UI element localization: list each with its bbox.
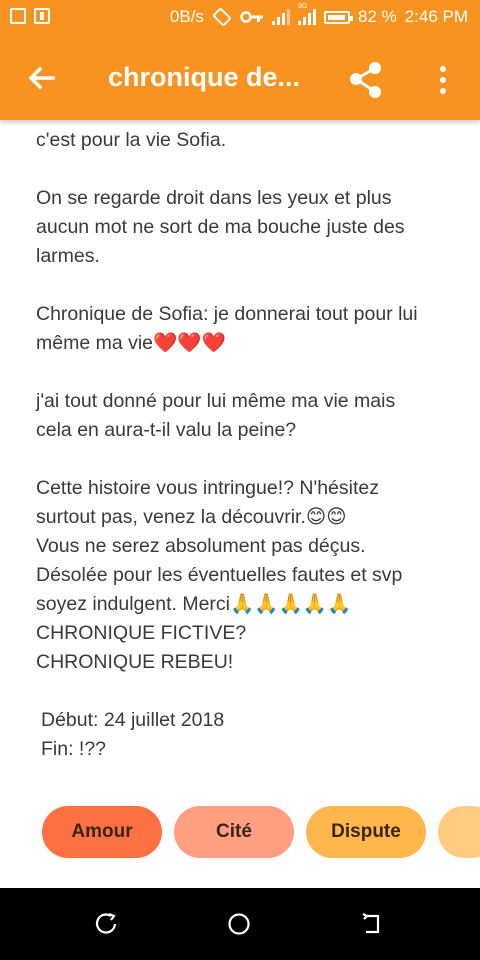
clock: 2:46 PM: [404, 7, 468, 26]
home-icon: [228, 913, 250, 935]
share-icon: [350, 62, 381, 98]
end-date: Fin: !??: [41, 738, 107, 760]
paragraph: j'ai tout donné pour lui même ma vie mai…: [36, 390, 396, 441]
arrow-left-icon: [28, 66, 55, 90]
rotate-icon: [213, 8, 231, 26]
home-button[interactable]: [225, 910, 253, 938]
recent-apps-icon: [95, 912, 117, 934]
screenshot-icon: [10, 8, 26, 24]
battery-saver-icon: [34, 8, 50, 24]
signal-3g-icon: 3G: [297, 3, 316, 25]
more-vertical-icon: [440, 66, 446, 94]
share-button[interactable]: [344, 58, 388, 102]
tag-amour[interactable]: Amour: [42, 806, 162, 858]
tag-dispute[interactable]: Dispute: [306, 806, 426, 858]
tag-partial[interactable]: [438, 806, 480, 858]
paragraph: Chronique de Sofia: je donnerai tout pou…: [36, 303, 418, 354]
battery-icon: [323, 10, 353, 24]
navigation-bar: [0, 888, 480, 960]
key-icon: [240, 11, 263, 23]
battery-percent: 82 %: [357, 7, 397, 26]
paragraph: Cette histoire vous intringue!? N'hésite…: [36, 477, 403, 673]
app-bar: chronique de...: [0, 36, 480, 120]
network-speed: 0B/s: [169, 7, 204, 26]
status-bar: 0B/s 3G 82 % 2:46 PM: [0, 0, 480, 36]
page-title: chronique de...: [108, 62, 301, 92]
more-options-button[interactable]: [428, 58, 458, 102]
tag-cite[interactable]: Cité: [174, 806, 294, 858]
signal-icon: [271, 9, 290, 25]
paragraph: On se regarde droit dans les yeux et plu…: [36, 187, 405, 267]
recent-apps-button[interactable]: [92, 910, 120, 938]
back-icon: [362, 913, 380, 934]
back-nav-button[interactable]: [358, 910, 386, 938]
start-date: Début: 24 juillet 2018: [41, 709, 225, 731]
paragraph: c'est pour la vie Sofia.: [36, 129, 227, 151]
dates: Début: 24 juillet 2018 Fin: !??: [41, 706, 446, 764]
tag-list: Amour Cité Dispute: [0, 806, 480, 860]
back-button[interactable]: [22, 58, 62, 98]
